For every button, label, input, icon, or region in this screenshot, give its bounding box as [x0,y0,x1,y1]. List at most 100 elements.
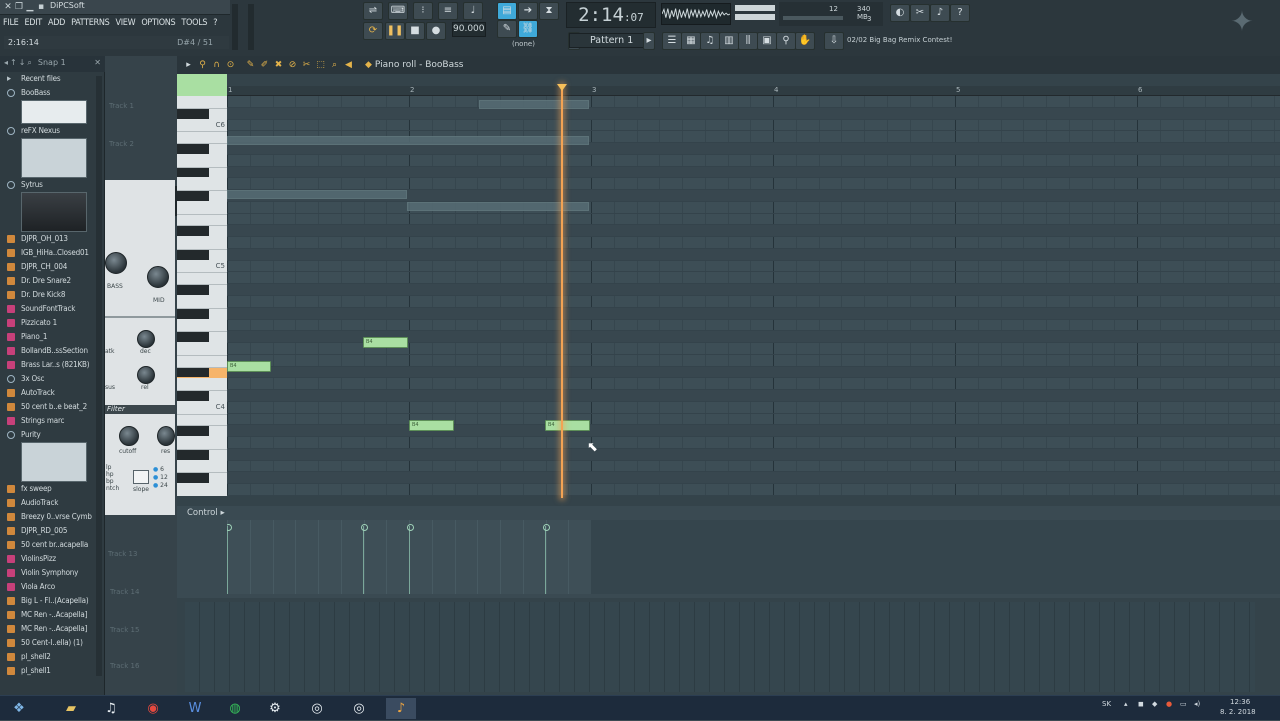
cutoff-knob[interactable] [119,426,139,446]
menu-view[interactable]: VIEW [112,16,138,32]
step-sequencer-icon[interactable]: ▥ [719,32,739,50]
release-knob[interactable] [137,366,155,384]
menu-edit[interactable]: EDIT [21,16,44,32]
browser-item[interactable]: Strings marc [0,414,95,428]
control-label[interactable]: Control [187,508,218,518]
magnet-icon[interactable]: ⚲ [197,60,208,71]
browser-item[interactable]: Dr. Dre Snare2 [0,274,95,288]
menu-tools[interactable]: TOOLS [178,16,210,32]
tray-network-icon[interactable]: ▭ [1180,700,1187,708]
pattern-selector[interactable]: Pattern 1 [569,33,653,48]
playhead-marker[interactable] [557,84,567,498]
control-arrow-icon[interactable]: ▸ [220,508,224,518]
menu-patterns[interactable]: PATTERNS [68,16,112,32]
pattern-next-icon[interactable]: ▸ [643,32,655,50]
browser-item[interactable]: BollandB..ssSection [0,344,95,358]
black-key[interactable] [177,249,209,260]
velocity-bar[interactable] [543,524,550,594]
pencil-link-icon[interactable]: ✎ [497,20,517,38]
midi-icon[interactable]: ▤ [497,2,517,20]
slope-options[interactable]: ● 6 ● 12 ● 24 [153,466,168,490]
snap-icon[interactable]: ∩ [211,60,222,71]
metronome-icon[interactable]: ♩ [463,2,483,20]
browser-item[interactable]: MC Ren -..Acapella] [0,608,95,622]
decay-knob[interactable] [137,330,155,348]
browser-item[interactable]: Brass Lar..s (821KB) [0,358,95,372]
browser-item[interactable]: fx sweep [0,482,95,496]
black-key[interactable] [177,332,209,343]
plugin-picker-icon[interactable]: ⚲ [776,32,796,50]
step-edit-icon[interactable]: ⁝ [413,2,433,20]
obs-icon[interactable]: ◎ [302,698,332,719]
select-icon[interactable]: ⬚ [315,60,326,71]
speaker-icon[interactable]: ◀ [343,60,354,71]
restore-window-icon[interactable]: ❐ [14,2,24,12]
loop-icon[interactable]: ⟳ [363,22,383,40]
brush-icon[interactable]: ✐ [259,60,270,71]
browser-item[interactable]: pl_shell1 [0,664,95,678]
microphone-icon[interactable]: ♪ [930,4,950,22]
browser-item[interactable]: AutoTrack [0,386,95,400]
tray-volume-icon[interactable]: ◂) [1194,700,1200,708]
pattern-song-icon[interactable]: ⇌ [363,2,383,20]
zoom-icon[interactable]: ⌕ [329,60,340,71]
piano-note[interactable]: B4 [363,337,408,349]
browser-item[interactable]: Breezy 0..vrse Cymb [0,510,95,524]
velocity-bar[interactable] [407,524,414,594]
black-key[interactable] [177,285,209,295]
tray-dropbox-icon[interactable]: ◆ [1152,700,1157,708]
browser-item[interactable]: pl_shell2 [0,650,95,664]
menu-arrow-icon[interactable]: ▸ [183,60,194,71]
black-key[interactable] [177,391,209,401]
mid-knob[interactable] [147,266,169,288]
windows-start-icon[interactable]: ❖ [4,698,34,719]
browser-item[interactable]: AudioTrack [0,496,95,510]
help-icon[interactable]: ? [950,4,970,22]
piano-keyboard[interactable]: C6 C5 C4 [177,96,227,496]
piano-note[interactable]: B4 [545,419,590,431]
chrome-icon[interactable]: ◉ [138,698,168,719]
minimize-window-icon[interactable]: ▁ [25,2,35,12]
master-volume-slider[interactable] [232,4,238,50]
playhead-triangle-icon[interactable] [557,84,567,91]
browser-item[interactable]: MC Ren -..Acapella] [0,622,95,636]
browser-up-icon[interactable]: ↑ [10,58,17,70]
note-grid[interactable]: B4 B4 B4 B4 [227,96,1280,496]
slope-24[interactable]: 24 [160,482,168,489]
black-key[interactable] [177,426,209,437]
browser-item[interactable]: Viola Arco [0,580,95,594]
browser-close-icon[interactable]: ✕ [94,58,101,70]
filter-mode-list[interactable]: lp hp bp ntch [106,464,119,492]
snap-selector[interactable]: (none) [512,40,552,50]
master-pitch-slider[interactable] [248,4,254,50]
spotify-icon[interactable]: ◍ [220,698,250,719]
filter-mode-lp[interactable]: lp [106,464,111,471]
play-preview-icon[interactable]: ⊙ [225,60,236,71]
record-icon[interactable]: ● [426,22,446,40]
language-indicator[interactable]: SK [1102,700,1111,708]
browser-item[interactable]: Piano_1 [0,330,95,344]
typing-keyboard-icon[interactable]: ⌨ [388,2,408,20]
black-key[interactable] [177,167,209,178]
piano-note[interactable]: B4 [227,360,271,372]
mixer-icon[interactable]: ⫼ [738,32,758,50]
browser-item[interactable]: ViolinsPizz [0,552,95,566]
slope-12[interactable]: 12 [160,474,168,481]
velocity-bar[interactable] [227,524,232,594]
delete-icon[interactable]: ✖ [273,60,284,71]
tools-icon[interactable]: ✂ [910,4,930,22]
browser-item[interactable]: SoundFontTrack [0,302,95,316]
piano-roll-icon[interactable]: ♫ [700,32,720,50]
file-explorer-icon[interactable]: ▰ [56,698,86,719]
slope-6[interactable]: 6 [160,466,164,473]
browser-scrollbar[interactable] [96,76,102,676]
menu-options[interactable]: OPTIONS [138,16,178,32]
browser-item[interactable]: reFX Nexus [0,124,95,138]
filter-mode-ntch[interactable]: ntch [106,485,119,492]
news-hint[interactable]: 02/02 Big Bag Remix Contest! [847,33,957,48]
pause-icon[interactable]: ❚❚ [385,22,405,40]
black-key[interactable] [177,191,209,201]
playlist-icon[interactable]: ☰ [662,32,682,50]
fl-studio-taskbar-icon[interactable]: ♪ [386,698,416,719]
black-key[interactable] [177,473,209,484]
